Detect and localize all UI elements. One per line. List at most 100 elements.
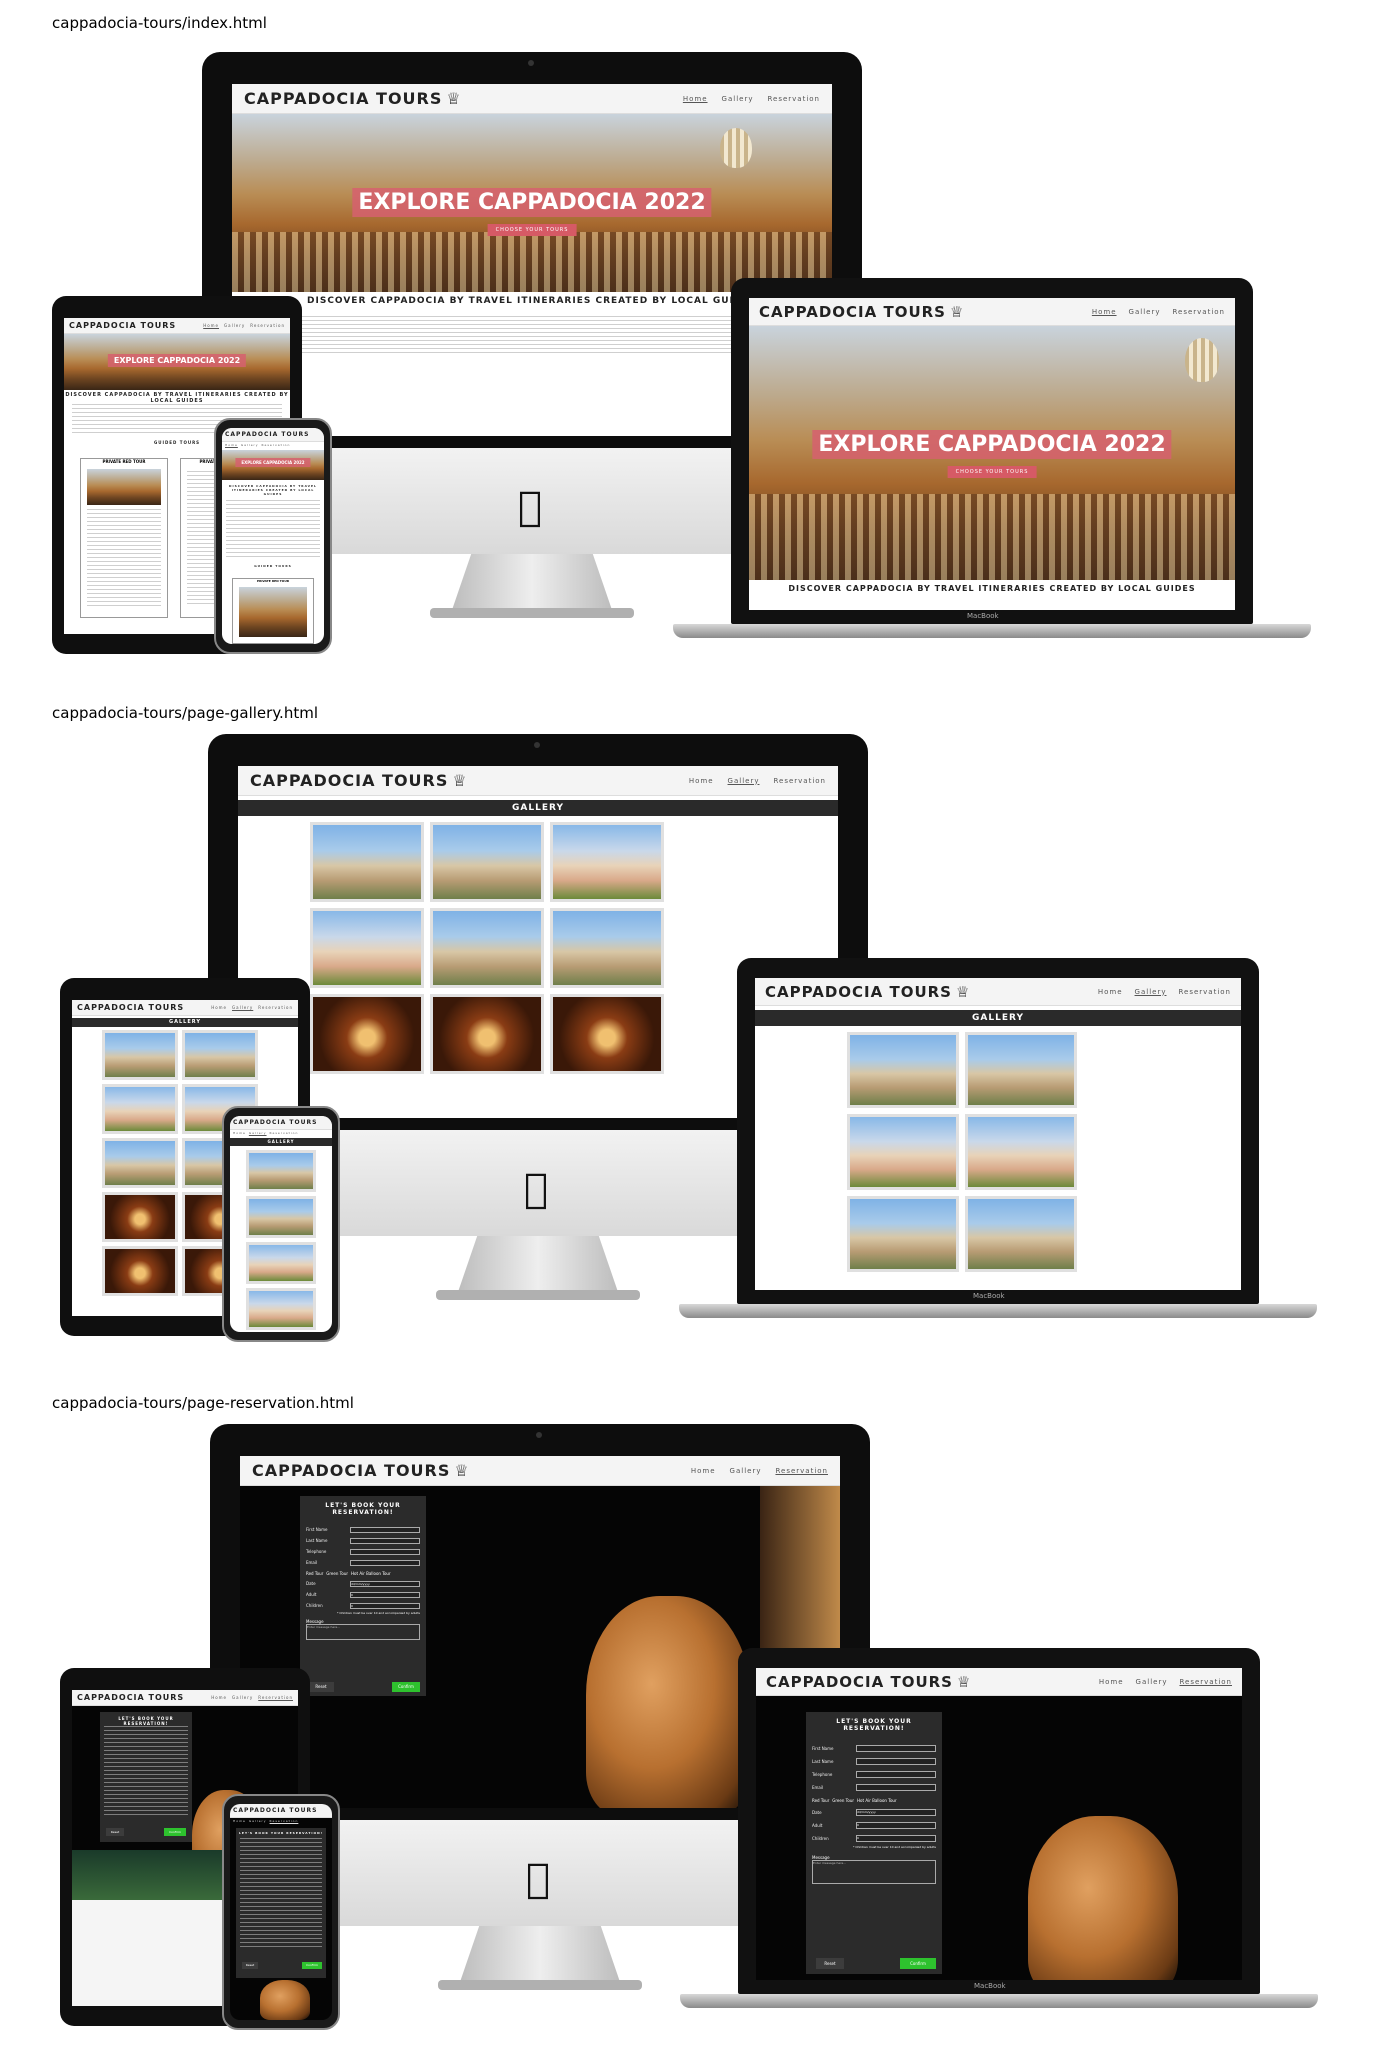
nav-home[interactable]: Home	[233, 1819, 246, 1823]
green-tour-radio[interactable]: Green Tour	[832, 1798, 854, 1803]
gallery-image[interactable]	[847, 1032, 959, 1108]
site-brand[interactable]: CAPPADOCIA TOURS	[77, 1003, 184, 1012]
adult-field[interactable]: 0	[856, 1822, 936, 1829]
nav-gallery[interactable]: Gallery	[241, 443, 259, 447]
gallery-image[interactable]	[246, 1242, 316, 1284]
nav-gallery[interactable]: Gallery	[249, 1131, 267, 1135]
gallery-image[interactable]	[965, 1032, 1077, 1108]
site-brand[interactable]: CAPPADOCIA TOURS	[233, 1119, 317, 1126]
nav-gallery[interactable]: Gallery	[232, 1695, 253, 1700]
nav-home[interactable]: Home	[233, 1131, 246, 1135]
nav-reservation[interactable]: Reservation	[262, 443, 291, 447]
gallery-image[interactable]	[847, 1196, 959, 1272]
gallery-image[interactable]	[102, 1246, 178, 1296]
nav-home[interactable]: Home	[683, 95, 708, 103]
reset-button[interactable]: Reset	[308, 1682, 334, 1692]
tour-card[interactable]: PRIVATE RED TOUR	[80, 458, 168, 618]
nav-reservation[interactable]: Reservation	[773, 777, 826, 785]
gallery-image[interactable]	[310, 908, 424, 988]
nav-reservation[interactable]: Reservation	[270, 1131, 299, 1135]
gallery-image[interactable]	[102, 1084, 178, 1134]
gallery-image[interactable]	[430, 822, 544, 902]
site-brand[interactable]: CAPPADOCIA TOURS	[225, 431, 309, 438]
nav-home[interactable]: Home	[225, 443, 238, 447]
nav-reservation[interactable]: Reservation	[767, 95, 820, 103]
nav-reservation[interactable]: Reservation	[258, 1005, 293, 1010]
telephone-field[interactable]	[350, 1548, 420, 1555]
nav-home[interactable]: Home	[211, 1695, 227, 1700]
site-brand[interactable]: CAPPADOCIA TOURS ♕	[759, 303, 964, 321]
gallery-image[interactable]	[310, 822, 424, 902]
site-brand[interactable]: CAPPADOCIA TOURS	[233, 1807, 317, 1814]
message-field[interactable]: Enter message here...	[306, 1624, 420, 1640]
red-tour-radio[interactable]: Red Tour	[812, 1798, 829, 1803]
gallery-image[interactable]	[430, 994, 544, 1074]
gallery-image[interactable]	[550, 908, 664, 988]
message-field[interactable]: Enter message here...	[812, 1860, 936, 1884]
telephone-field[interactable]	[856, 1771, 936, 1778]
nav-home[interactable]: Home	[691, 1467, 716, 1475]
last-name-field[interactable]	[856, 1758, 936, 1765]
gallery-image[interactable]	[182, 1030, 258, 1080]
nav-home[interactable]: Home	[1098, 988, 1123, 996]
site-brand[interactable]: CAPPADOCIA TOURS	[69, 321, 176, 330]
date-field[interactable]: dd/mm/yyyy	[350, 1580, 420, 1587]
gallery-image[interactable]	[550, 822, 664, 902]
balloon-tour-radio[interactable]: Hot Air Balloon Tour	[857, 1798, 897, 1803]
tour-card[interactable]: PRIVATE RED TOUR	[232, 578, 314, 644]
email-field[interactable]	[350, 1559, 420, 1566]
green-tour-radio[interactable]: Green Tour	[326, 1571, 348, 1576]
nav-gallery[interactable]: Gallery	[722, 95, 754, 103]
gallery-image[interactable]	[246, 1196, 316, 1238]
nav-home[interactable]: Home	[1099, 1678, 1124, 1686]
gallery-image[interactable]	[965, 1114, 1077, 1190]
balloon-tour-radio[interactable]: Hot Air Balloon Tour	[351, 1571, 391, 1576]
site-brand[interactable]: CAPPADOCIA TOURS ♕	[250, 771, 468, 790]
gallery-image[interactable]	[102, 1138, 178, 1188]
nav-gallery[interactable]: Gallery	[249, 1819, 267, 1823]
nav-gallery[interactable]: Gallery	[1129, 308, 1161, 316]
email-field[interactable]	[856, 1784, 936, 1791]
nav-gallery[interactable]: Gallery	[730, 1467, 762, 1475]
gallery-image[interactable]	[430, 908, 544, 988]
gallery-image[interactable]	[965, 1196, 1077, 1272]
gallery-image[interactable]	[102, 1030, 178, 1080]
nav-reservation[interactable]: Reservation	[270, 1819, 299, 1823]
nav-gallery[interactable]: Gallery	[1135, 988, 1167, 996]
first-name-field[interactable]	[350, 1526, 420, 1533]
gallery-image[interactable]	[102, 1192, 178, 1242]
first-name-field[interactable]	[856, 1745, 936, 1752]
nav-reservation[interactable]: Reservation	[1178, 988, 1231, 996]
gallery-image[interactable]	[847, 1114, 959, 1190]
confirm-button[interactable]: Confirm	[164, 1828, 186, 1836]
site-brand[interactable]: CAPPADOCIA TOURS	[77, 1693, 184, 1702]
nav-gallery[interactable]: Gallery	[232, 1005, 253, 1010]
nav-reservation[interactable]: Reservation	[258, 1695, 293, 1700]
children-field[interactable]: 0	[350, 1602, 420, 1609]
nav-home[interactable]: Home	[211, 1005, 227, 1010]
nav-reservation[interactable]: Reservation	[775, 1467, 828, 1475]
site-brand[interactable]: CAPPADOCIA TOURS ♕	[766, 1673, 971, 1691]
gallery-image[interactable]	[246, 1288, 316, 1330]
reset-button[interactable]: Reset	[242, 1962, 258, 1969]
adult-field[interactable]: 0	[350, 1591, 420, 1598]
hero-button[interactable]: CHOOSE YOUR TOURS	[947, 466, 1037, 478]
nav-home[interactable]: Home	[1092, 308, 1117, 316]
confirm-button[interactable]: Confirm	[392, 1682, 420, 1692]
site-brand[interactable]: CAPPADOCIA TOURS ♕	[765, 983, 970, 1001]
confirm-button[interactable]: Confirm	[302, 1962, 322, 1969]
nav-reservation[interactable]: Reservation	[1179, 1678, 1232, 1686]
nav-reservation[interactable]: Reservation	[1172, 308, 1225, 316]
nav-home[interactable]: Home	[203, 323, 219, 328]
gallery-image[interactable]	[550, 994, 664, 1074]
nav-gallery[interactable]: Gallery	[1136, 1678, 1168, 1686]
gallery-image[interactable]	[310, 994, 424, 1074]
site-brand[interactable]: CAPPADOCIA TOURS ♕	[244, 89, 462, 108]
reset-button[interactable]: Reset	[816, 1958, 844, 1969]
reset-button[interactable]: Reset	[106, 1828, 124, 1836]
red-tour-radio[interactable]: Red Tour	[306, 1571, 323, 1576]
last-name-field[interactable]	[350, 1537, 420, 1544]
nav-home[interactable]: Home	[689, 777, 714, 785]
site-brand[interactable]: CAPPADOCIA TOURS ♕	[252, 1461, 470, 1480]
nav-gallery[interactable]: Gallery	[728, 777, 760, 785]
